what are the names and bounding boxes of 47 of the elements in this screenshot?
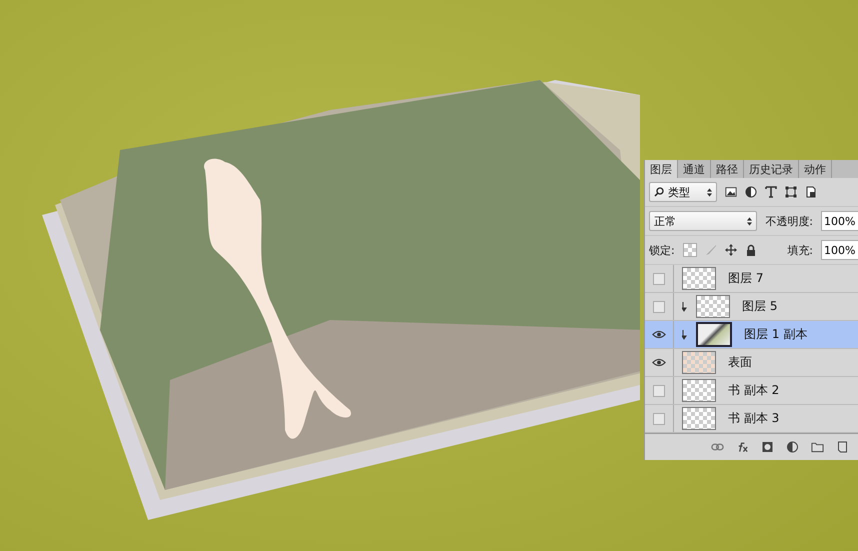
layer-thumbnail: [682, 267, 716, 290]
folder-icon[interactable]: [811, 441, 824, 453]
visibility-checkbox[interactable]: [653, 384, 665, 396]
lock-icon[interactable]: [744, 244, 757, 256]
layer-name: 书 副本 3: [728, 410, 780, 427]
layer-name: 图层 5: [742, 298, 778, 315]
lock-label: 锁定:: [649, 242, 675, 258]
layer-row[interactable]: 书 副本 2: [645, 377, 858, 405]
layer-name: 图层 7: [728, 270, 764, 287]
layer-row[interactable]: 图层 7: [645, 265, 858, 293]
search-icon: [654, 187, 664, 197]
up-down-caret-icon: [747, 216, 752, 226]
layer-name: 书 副本 2: [728, 382, 780, 399]
new-layer-icon[interactable]: [836, 441, 849, 453]
visibility-checkbox[interactable]: [653, 272, 665, 284]
image-icon[interactable]: [725, 186, 737, 198]
fill-label: 填充:: [787, 242, 813, 258]
fill-field[interactable]: 100%: [821, 240, 858, 260]
layer-name: 图层 1 副本: [744, 326, 808, 343]
layer-name: 表面: [728, 354, 752, 371]
mask-icon[interactable]: [761, 441, 774, 453]
layer-thumbnail: [696, 295, 730, 318]
document-icon[interactable]: [805, 186, 817, 198]
layer-thumbnail: [696, 322, 732, 347]
half-circle-icon[interactable]: [745, 186, 757, 198]
fx-icon[interactable]: [736, 441, 749, 453]
up-down-caret-icon: [707, 188, 712, 196]
layer-thumbnail: [682, 407, 716, 430]
link-icon[interactable]: [711, 441, 724, 453]
visibility-checkbox[interactable]: [653, 412, 665, 424]
move-icon[interactable]: [724, 244, 737, 256]
panel-tab[interactable]: 图层: [645, 160, 678, 178]
layer-row[interactable]: 书 副本 3: [645, 405, 858, 433]
transform-icon[interactable]: [785, 186, 797, 198]
visibility-checkbox[interactable]: [653, 300, 665, 312]
eye-icon[interactable]: [652, 330, 666, 339]
layer-thumbnail: [682, 379, 716, 402]
opacity-field[interactable]: 100%: [821, 211, 858, 231]
half-circle-icon[interactable]: [786, 441, 799, 453]
layer-thumbnail: [682, 351, 716, 374]
blend-mode-dropdown[interactable]: 正常: [649, 211, 758, 231]
layer-row[interactable]: 表面: [645, 349, 858, 377]
filter-dropdown[interactable]: 类型: [649, 182, 717, 202]
layer-row[interactable]: 图层 1 副本: [645, 321, 858, 349]
eye-icon[interactable]: [652, 358, 666, 367]
opacity-label: 不透明度:: [765, 214, 813, 228]
text-icon[interactable]: [765, 186, 777, 198]
